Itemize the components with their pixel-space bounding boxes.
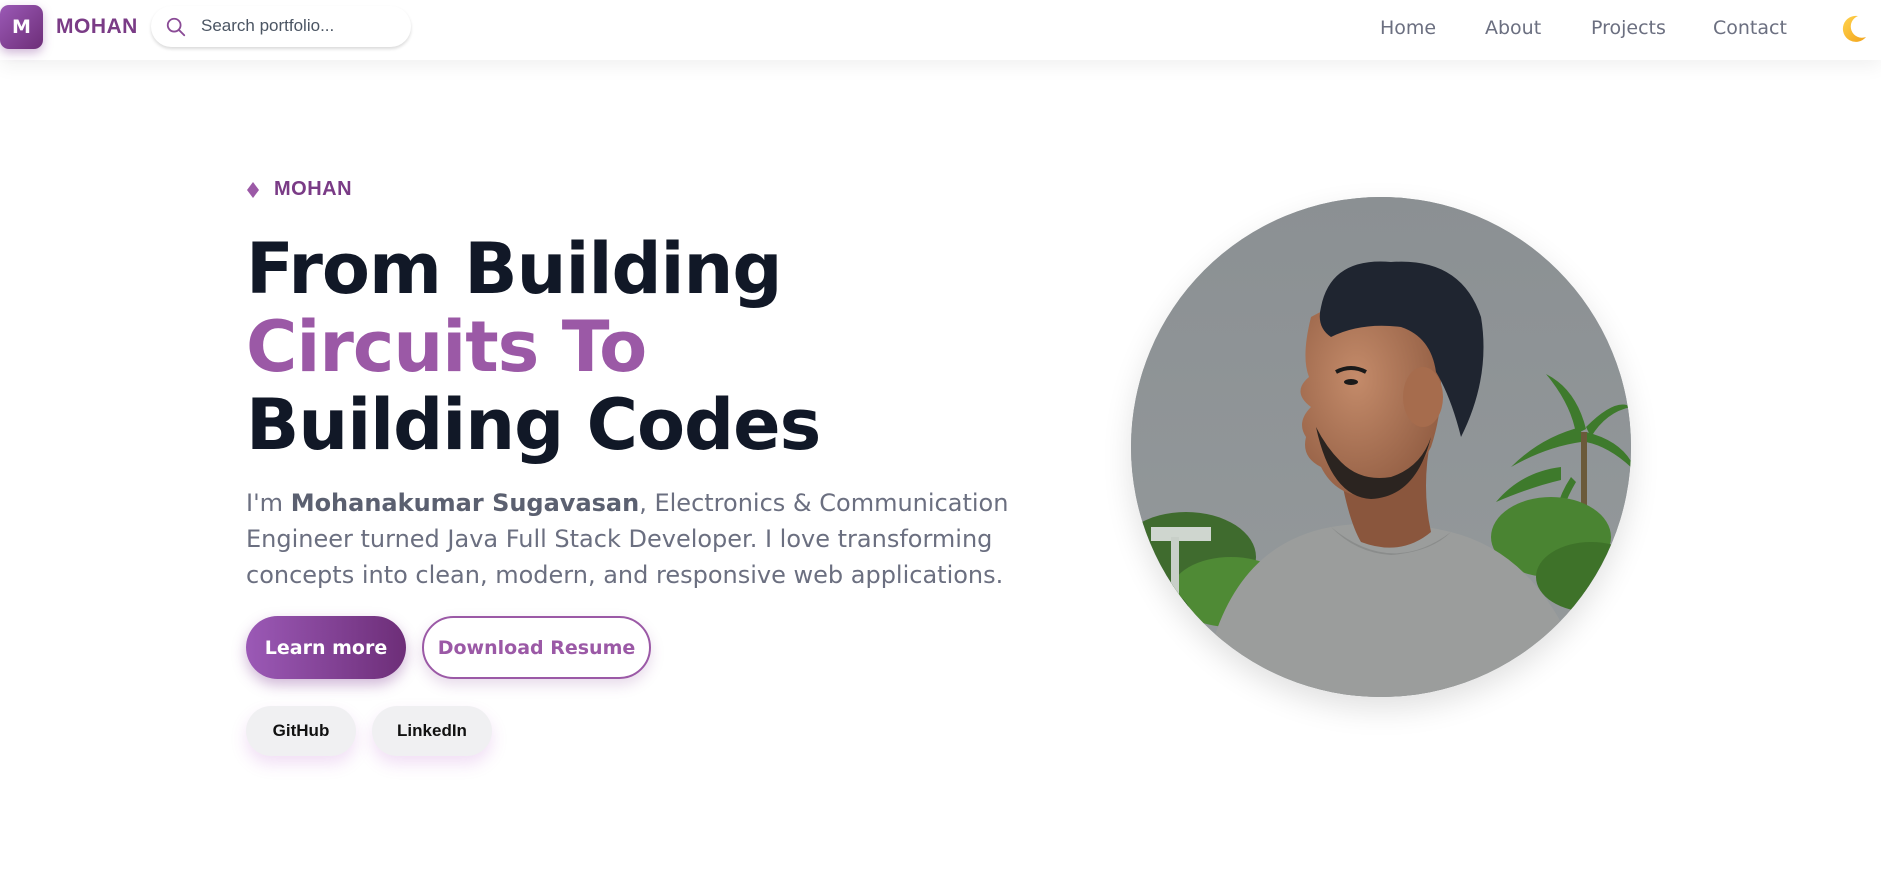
linkedin-button[interactable]: LinkedIn <box>372 706 492 756</box>
hero-intro: I'm Mohanakumar Sugavasan, Electronics &… <box>246 485 1076 593</box>
brand-name[interactable]: MOHAN <box>56 15 138 39</box>
hero-headline: From Building Circuits To Building Codes <box>246 228 821 466</box>
intro-name: Mohanakumar Sugavasan <box>290 489 640 517</box>
hero-eyebrow: MOHAN <box>246 178 352 201</box>
nav-link-contact[interactable]: Contact <box>1713 17 1787 39</box>
search-input[interactable] <box>201 14 401 38</box>
nav-link-about[interactable]: About <box>1485 17 1541 39</box>
profile-photo-illustration <box>1131 197 1631 697</box>
headline-line-1: From Building <box>246 228 782 310</box>
nav-link-home[interactable]: Home <box>1380 17 1436 39</box>
logo-letter: M <box>12 16 31 38</box>
download-resume-button[interactable]: Download Resume <box>422 616 651 679</box>
logo-badge[interactable]: M <box>0 5 43 49</box>
search-icon <box>166 17 186 37</box>
headline-line-2: Circuits To <box>246 306 647 388</box>
search-bar[interactable] <box>151 6 411 47</box>
intro-prefix: I'm <box>246 489 291 517</box>
nav-link-projects[interactable]: Projects <box>1591 17 1666 39</box>
headline-line-3: Building Codes <box>246 384 821 466</box>
learn-more-button[interactable]: Learn more <box>246 616 406 679</box>
profile-photo <box>1131 197 1631 697</box>
crescent-moon-icon[interactable] <box>1836 13 1868 45</box>
hero-eyebrow-label: MOHAN <box>274 178 353 200</box>
diamond-icon <box>247 181 259 198</box>
github-button[interactable]: GitHub <box>246 706 356 756</box>
navbar: M MOHAN Home About Projects Contact <box>0 0 1881 60</box>
